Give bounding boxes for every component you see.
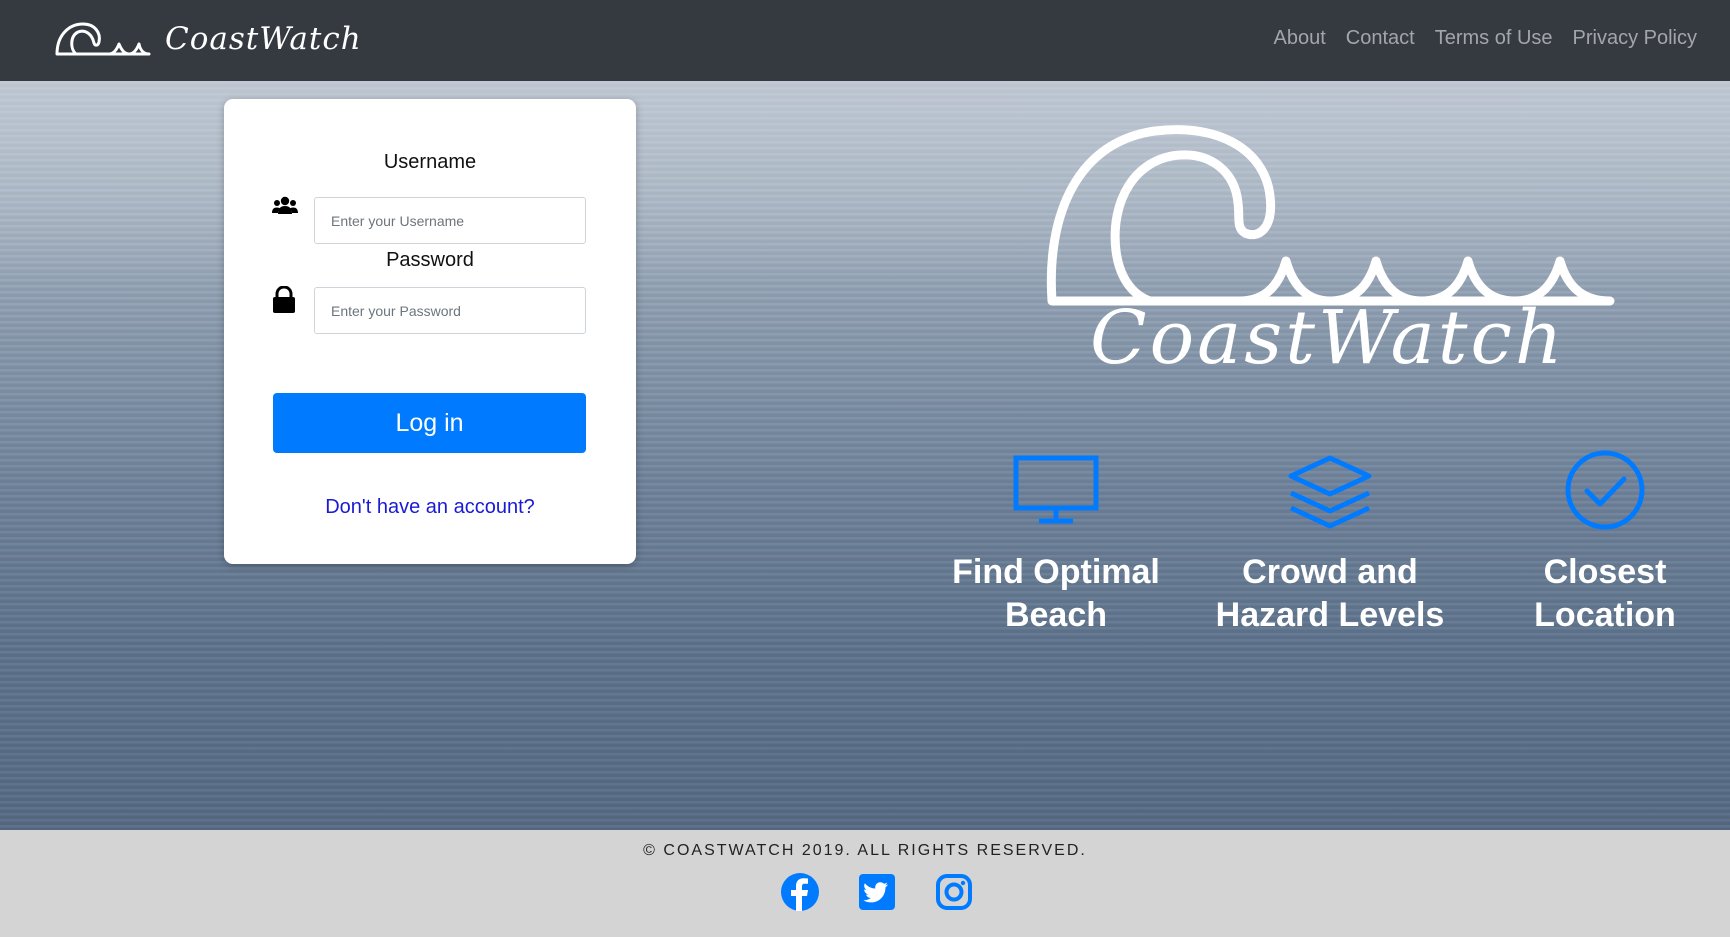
feature-line: Beach [1004,596,1108,634]
wave-logo-icon [55,21,151,57]
feature-line: Location [1534,596,1676,634]
feature-text: Closest Location [1475,551,1730,637]
feature-closest-location: Closest Location [1475,450,1730,637]
hero-brand-name: CoastWatch [1090,295,1566,381]
password-input[interactable] [314,287,586,334]
nav-terms-link[interactable]: Terms of Use [1435,27,1553,50]
hero-wave-logo-icon [1040,111,1620,316]
instagram-icon[interactable] [934,872,974,912]
copyright-text: © COASTWATCH 2019. ALL RIGHTS RESERVED. [643,842,1087,859]
users-icon [272,195,298,220]
brand-name: CoastWatch [165,21,362,57]
password-label: Password [386,249,474,271]
layers-icon [1200,454,1460,534]
feature-line: Closest [1543,553,1667,591]
brand-link[interactable]: CoastWatch [55,18,362,60]
feature-optimal-beach: Find Optimal Beach [926,454,1186,637]
feature-line: Find Optimal [952,553,1160,591]
nav-contact-link[interactable]: Contact [1346,27,1415,50]
check-circle-icon [1475,448,1730,532]
username-input[interactable] [314,197,586,244]
lock-icon [272,285,296,319]
hero-section: Username Password Log in Don't have an a… [0,81,1730,830]
monitor-icon [926,454,1186,526]
footer: © COASTWATCH 2019. ALL RIGHTS RESERVED. [0,830,1730,937]
nav-about-link[interactable]: About [1274,27,1326,50]
navbar: CoastWatch About Contact Terms of Use Pr… [0,0,1730,81]
feature-crowd-hazard: Crowd and Hazard Levels [1200,454,1460,637]
feature-text: Crowd and Hazard Levels [1200,551,1460,637]
facebook-icon[interactable] [780,872,820,912]
social-links [780,872,1011,912]
twitter-icon[interactable] [857,872,897,912]
feature-text: Find Optimal Beach [926,551,1186,637]
username-label: Username [383,151,477,173]
nav-privacy-link[interactable]: Privacy Policy [1573,27,1697,50]
login-card: Username Password Log in Don't have an a… [224,99,636,564]
nav-links: About Contact Terms of Use Privacy Polic… [1254,27,1698,50]
feature-line: Hazard Levels [1215,596,1445,634]
feature-line: Crowd and [1242,553,1418,591]
signup-link[interactable]: Don't have an account? [224,496,636,519]
login-button[interactable]: Log in [273,393,586,453]
